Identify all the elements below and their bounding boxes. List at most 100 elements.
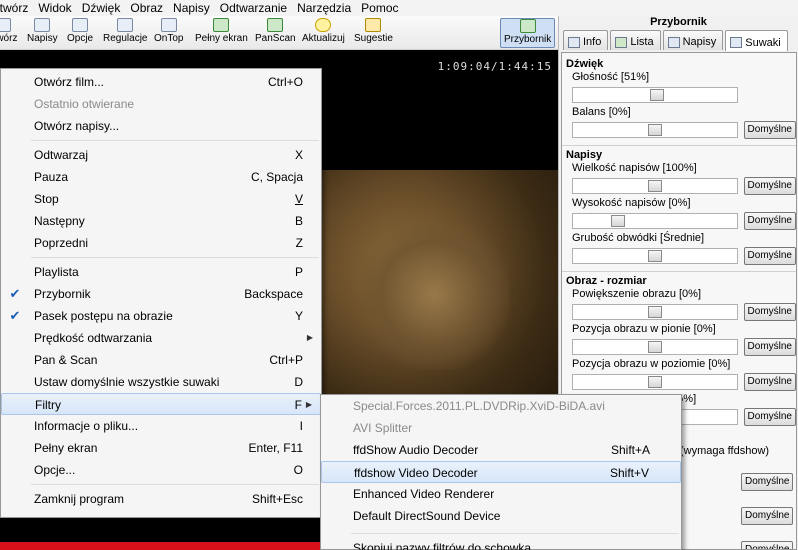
section-image: Obraz - rozmiar <box>566 275 647 287</box>
menu-item-progress-bar[interactable]: ✔ Pasek postępu na obrazie Y <box>1 305 321 327</box>
menu-item-previous[interactable]: Poprzedni Z <box>1 232 321 254</box>
app-window: otwórz Widok Dźwięk Obraz Napisy Odtwarz… <box>0 0 798 550</box>
zoom-default-button[interactable]: Domyślne <box>743 303 796 321</box>
hpos-thumb[interactable] <box>648 376 662 388</box>
sub-size-thumb[interactable] <box>648 180 662 192</box>
adjust-icon <box>117 18 134 32</box>
menu-item-toolbox[interactable]: ✔ Przybornik Backspace <box>1 283 321 305</box>
menu-separator <box>31 484 319 485</box>
toolbar: otwórz Napisy Opcje Regulacje OnTop Pełn… <box>0 16 560 50</box>
open-icon <box>0 18 11 32</box>
menu-item-open-subtitles[interactable]: Otwórz napisy... <box>1 115 321 137</box>
tab-info[interactable]: Info <box>563 30 609 50</box>
hidden-default-button-2[interactable]: Domyślne <box>741 507 794 525</box>
menu-subtitles[interactable]: Napisy <box>168 1 215 15</box>
toolbar-options-button[interactable]: Opcje <box>67 18 93 48</box>
menu-playback[interactable]: Odtwarzanie <box>215 1 292 15</box>
menu-item-options[interactable]: Opcje... O <box>1 459 321 481</box>
submenu-item-file: Special.Forces.2011.PL.DVDRip.XviD-BiDA.… <box>353 399 605 413</box>
sub-size-default-button[interactable]: Domyślne <box>743 177 796 195</box>
toolbar-panscan-button[interactable]: PanScan <box>255 18 296 48</box>
sub-height-thumb[interactable] <box>611 215 625 227</box>
submenu-item-copy-filters[interactable]: Skopiuj nazwy filtrów do schowka <box>321 540 681 550</box>
menu-item-file-info[interactable]: Informacje o pliku... I <box>1 415 321 437</box>
menu-separator <box>31 140 319 141</box>
info-icon <box>568 36 580 48</box>
vpos-label: Pozycja obrazu w pionie [0%] <box>572 323 716 335</box>
check-icon: ✔ <box>9 308 21 323</box>
zoom-slider[interactable] <box>572 304 738 320</box>
menu-audio[interactable]: Dźwięk <box>77 1 126 15</box>
submenu-item-directsound[interactable]: Default DirectSound Device <box>321 505 681 527</box>
timecode: 1:09:04/1:44:15 <box>437 60 552 73</box>
toolbar-toolbox-button[interactable]: Przybornik <box>500 18 556 48</box>
hpos-default-button[interactable]: Domyślne <box>743 373 796 391</box>
ratio-default-button[interactable]: Domyślne <box>743 408 796 426</box>
toolbar-fullscreen-button[interactable]: Pełny ekran <box>195 18 248 48</box>
menu-item-pause[interactable]: Pauza C, Spacja <box>1 166 321 188</box>
balance-slider[interactable] <box>572 122 738 138</box>
file-menu: Otwórz film... Ctrl+O Ostatnio otwierane … <box>0 68 322 518</box>
menu-item-filters[interactable]: Filtry F ▶ <box>1 393 321 415</box>
toolbar-subtitles-button[interactable]: Napisy <box>27 18 58 48</box>
menu-bar: otwórz Widok Dźwięk Obraz Napisy Odtwarz… <box>0 0 798 16</box>
submenu-arrow-icon: ▶ <box>305 400 312 409</box>
menu-item-exit[interactable]: Zamknij program Shift+Esc <box>1 488 321 510</box>
toolbar-ontop-button[interactable]: OnTop <box>154 18 183 48</box>
menu-tools[interactable]: Narzędzia <box>292 1 356 15</box>
tab-list[interactable]: Lista <box>610 30 661 50</box>
hpos-slider[interactable] <box>572 374 738 390</box>
hidden-default-button-1[interactable]: Domyślne <box>741 473 794 491</box>
hidden-default-button-3[interactable]: Domyślne <box>741 541 794 549</box>
tab-subtitles[interactable]: Napisy <box>662 30 724 50</box>
menu-item-fullscreen[interactable]: Pełny ekran Enter, F11 <box>1 437 321 459</box>
menu-item-recent: Ostatnio otwierane <box>34 97 135 111</box>
menu-item-stop[interactable]: Stop V <box>1 188 321 210</box>
submenu-item-evr[interactable]: Enhanced Video Renderer <box>321 483 681 505</box>
sub-height-slider[interactable] <box>572 213 738 229</box>
menu-item-reset-sliders[interactable]: Ustaw domyślnie wszystkie suwaki D <box>1 371 321 393</box>
vpos-slider[interactable] <box>572 339 738 355</box>
vpos-thumb[interactable] <box>648 341 662 353</box>
volume-thumb[interactable] <box>650 89 664 101</box>
menu-item-play[interactable]: Odtwarzaj X <box>1 144 321 166</box>
submenu-item-ffdshow-video[interactable]: ffdshow Video Decoder Shift+V <box>321 461 681 483</box>
toolbar-suggest-button[interactable]: Sugestie <box>354 18 393 48</box>
menu-view[interactable]: Widok <box>33 1 76 15</box>
volume-slider[interactable] <box>572 87 738 103</box>
menu-file[interactable]: otwórz <box>0 1 33 15</box>
menu-separator <box>351 533 679 534</box>
sub-size-slider[interactable] <box>572 178 738 194</box>
book-icon <box>667 36 680 48</box>
toolbar-open-button[interactable]: otwórz <box>0 18 17 48</box>
menu-item-playlist[interactable]: Playlista P <box>1 261 321 283</box>
menu-item-playback-speed[interactable]: Prędkość odtwarzania ▶ <box>1 327 321 349</box>
sub-outline-slider[interactable] <box>572 248 738 264</box>
toolbox-title: Przybornik <box>650 16 707 28</box>
toolbar-adjust-button[interactable]: Regulacje <box>103 18 147 48</box>
balance-default-button[interactable]: Domyślne <box>743 121 796 139</box>
sub-size-label: Wielkość napisów [100%] <box>572 162 697 174</box>
sub-outline-thumb[interactable] <box>648 250 662 262</box>
tab-sliders[interactable]: Suwaki <box>725 30 788 51</box>
toolbox-icon <box>519 19 536 33</box>
submenu-item-ffdshow-audio[interactable]: ffdShow Audio Decoder Shift+A <box>321 439 681 461</box>
hpos-label: Pozycja obrazu w poziomie [0%] <box>572 358 731 370</box>
balance-thumb[interactable] <box>648 124 662 136</box>
toolbar-update-button[interactable]: Aktualizuj <box>302 18 345 48</box>
zoom-thumb[interactable] <box>648 306 662 318</box>
sub-height-default-button[interactable]: Domyślne <box>743 212 796 230</box>
vpos-default-button[interactable]: Domyślne <box>743 338 796 356</box>
divider <box>562 271 796 272</box>
panscan-icon <box>267 18 284 32</box>
menu-item-pan-scan[interactable]: Pan & Scan Ctrl+P <box>1 349 321 371</box>
menu-item-next[interactable]: Następny B <box>1 210 321 232</box>
submenu-arrow-icon: ▶ <box>306 333 313 342</box>
sub-outline-default-button[interactable]: Domyślne <box>743 247 796 265</box>
sub-outline-label: Grubość obwódki [Średnie] <box>572 232 705 244</box>
menu-item-open-movie[interactable]: Otwórz film... Ctrl+O <box>1 71 321 93</box>
section-audio: Dźwięk <box>566 58 604 70</box>
menu-help[interactable]: Pomoc <box>356 1 403 15</box>
progress-bar[interactable] <box>0 542 320 550</box>
menu-image[interactable]: Obraz <box>125 1 168 15</box>
